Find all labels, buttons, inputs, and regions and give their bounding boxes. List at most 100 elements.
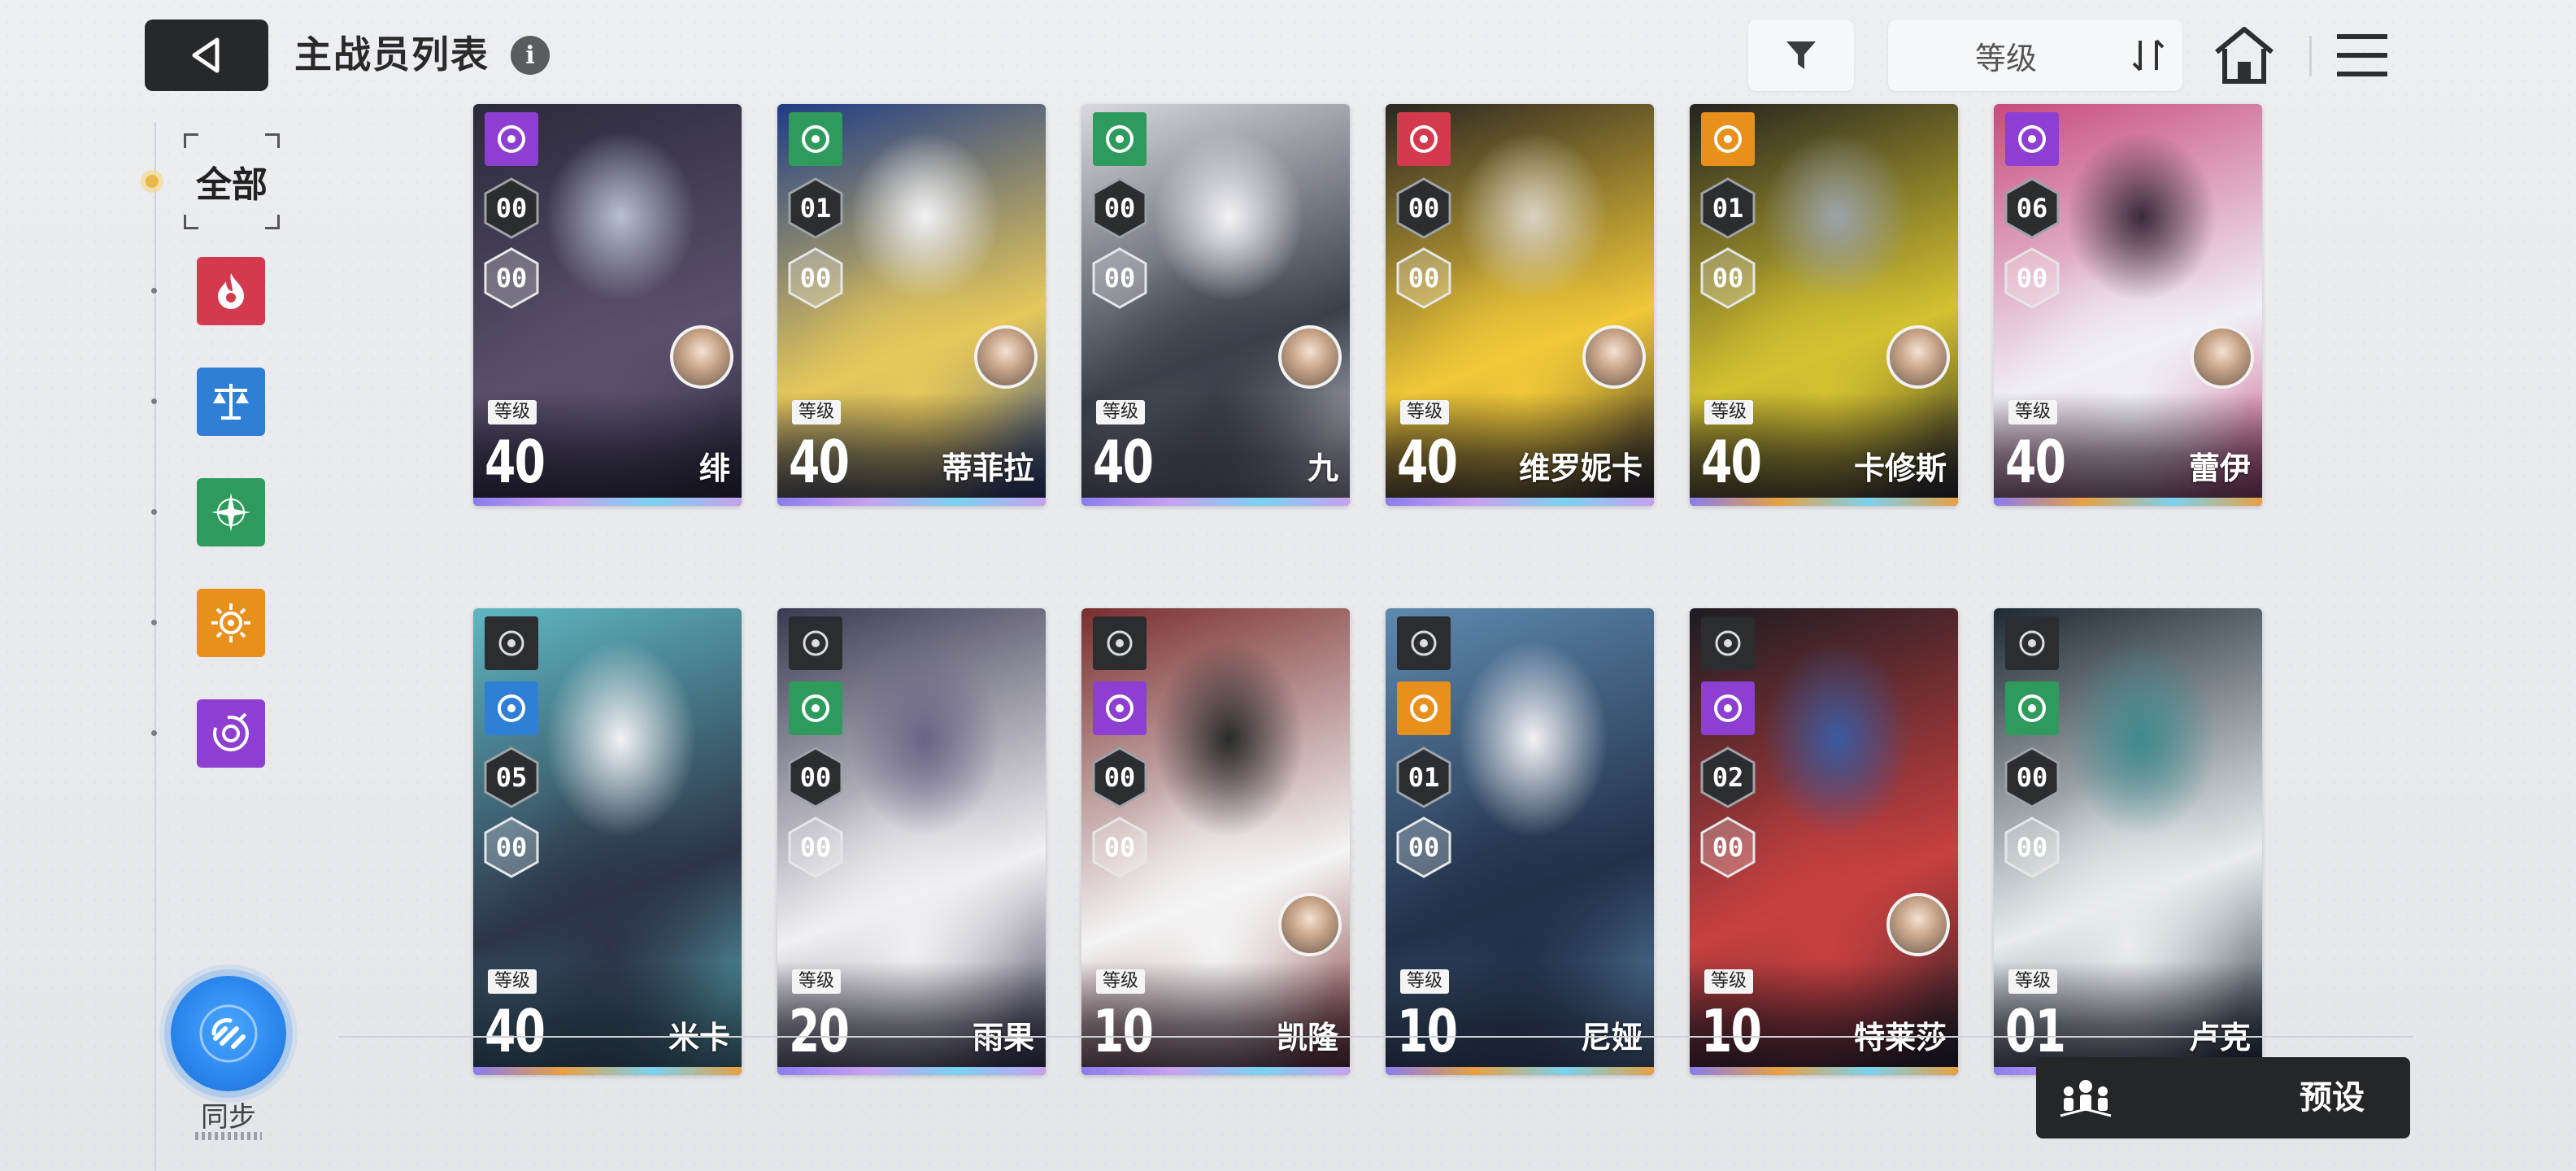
character-card[interactable]: 00 00 等级 20 雨果 — [777, 608, 1046, 1075]
skill-rank-value: 00 — [1712, 263, 1744, 294]
level-value: 40 — [1093, 428, 1154, 496]
filter-fire-button[interactable] — [197, 257, 265, 325]
awakening-rank-value: 01 — [1712, 193, 1744, 224]
skill-rank-badge: 00 — [2004, 247, 2060, 309]
character-card[interactable]: 06 00 等级 40 蕾伊 — [1994, 104, 2262, 506]
sort-order-button[interactable] — [2122, 29, 2174, 81]
awakening-rank-badge: 02 — [1699, 747, 1756, 808]
character-card[interactable]: 01 00 等级 40 蒂菲拉 — [777, 104, 1046, 506]
character-card[interactable]: 00 00 等级 40 九 — [1081, 104, 1350, 506]
skill-rank-badge: 00 — [1699, 247, 1756, 309]
element-icon — [2005, 681, 2059, 735]
element-icon — [1701, 112, 1755, 166]
character-card[interactable]: 01 00 等级 40 卡修斯 — [1690, 104, 1958, 506]
role-icon — [485, 616, 538, 670]
level-value: 40 — [485, 428, 546, 496]
sort-order-icon — [2132, 39, 2165, 72]
companion-avatar — [1278, 325, 1342, 389]
skill-rank-badge: 00 — [787, 816, 844, 878]
filter-void-button[interactable] — [197, 699, 265, 768]
filter-sun-button[interactable] — [197, 589, 265, 657]
skill-rank-value: 00 — [1408, 832, 1440, 863]
awakening-rank-badge: 00 — [2004, 747, 2060, 808]
element-icon — [1397, 112, 1451, 166]
selected-marker-icon — [141, 170, 163, 193]
header-divider — [2309, 36, 2312, 76]
element-icon — [789, 112, 842, 166]
back-arrow-icon — [192, 37, 220, 73]
level-value: 40 — [1397, 428, 1458, 496]
companion-avatar — [1886, 325, 1950, 389]
corner-decoration — [265, 133, 280, 148]
skill-rank-value: 00 — [799, 263, 832, 294]
character-name: 雨果 — [972, 1020, 1034, 1056]
level-value: 40 — [1701, 428, 1762, 496]
awakening-rank-badge: 05 — [483, 747, 540, 808]
sun-element-icon — [211, 603, 250, 642]
element-icon — [2005, 112, 2059, 166]
balance-element-icon — [213, 384, 249, 420]
awakening-rank-value: 01 — [1408, 762, 1440, 793]
element-icon — [789, 681, 842, 735]
skill-rank-badge: 00 — [1395, 247, 1452, 309]
rarity-bar — [777, 498, 1046, 506]
awakening-rank-badge: 06 — [2004, 177, 2060, 239]
sync-button[interactable] — [171, 976, 286, 1091]
awakening-rank-value: 00 — [799, 762, 832, 793]
rarity-bar — [1081, 498, 1350, 506]
info-icon[interactable]: i — [511, 36, 550, 75]
fire-element-icon — [218, 273, 244, 309]
character-card[interactable]: 00 00 等级 40 维罗妮卡 — [1386, 104, 1654, 506]
filter-all-button[interactable]: 全部 — [184, 133, 280, 229]
sync-icon — [199, 1004, 258, 1063]
companion-avatar — [1278, 893, 1342, 956]
level-tag: 等级 — [1400, 400, 1450, 424]
character-name: 凯隆 — [1276, 1020, 1338, 1056]
corner-decoration — [184, 215, 198, 229]
filter-balance-button[interactable] — [197, 368, 265, 436]
preset-label: 预设 — [2300, 1079, 2365, 1117]
element-icon — [1093, 681, 1147, 735]
awakening-rank-badge: 00 — [1395, 177, 1452, 239]
role-icon — [1093, 616, 1147, 670]
level-tag: 等级 — [792, 969, 842, 994]
character-card[interactable]: 02 00 等级 10 特莱莎 — [1690, 608, 1958, 1075]
companion-avatar — [974, 325, 1038, 389]
rarity-bar — [1690, 1067, 1958, 1075]
character-name: 尼娅 — [1580, 1020, 1643, 1056]
skill-rank-badge: 00 — [1091, 816, 1148, 878]
level-value: 40 — [2005, 428, 2066, 496]
role-icon — [1701, 616, 1755, 670]
character-name: 特莱莎 — [1853, 1020, 1947, 1056]
rarity-bar — [1386, 498, 1654, 506]
character-name: 蕾伊 — [2188, 451, 2251, 486]
character-card[interactable]: 01 00 等级 10 尼娅 — [1386, 608, 1654, 1075]
character-card[interactable]: 00 00 等级 10 凯隆 — [1081, 608, 1350, 1075]
sort-dropdown[interactable]: 等级 — [1888, 20, 2182, 91]
skill-rank-value: 00 — [2016, 832, 2048, 863]
skill-rank-value: 00 — [495, 832, 528, 863]
awakening-rank-badge: 00 — [483, 177, 540, 239]
skill-rank-value: 00 — [1103, 263, 1136, 294]
character-name: 卢克 — [2188, 1020, 2251, 1056]
character-card[interactable]: 00 00 等级 01 卢克 — [1994, 608, 2262, 1075]
level-tag: 等级 — [2008, 969, 2058, 994]
character-card[interactable]: 00 00 等级 40 绯 — [473, 104, 742, 506]
sidebar-dot — [151, 509, 157, 515]
filter-button[interactable] — [1748, 20, 1854, 91]
skill-rank-badge: 00 — [483, 247, 540, 309]
sidebar-rail — [154, 122, 156, 1171]
skill-rank-badge: 00 — [787, 247, 844, 309]
bottom-divider — [338, 1036, 2413, 1038]
skill-rank-badge: 00 — [1699, 816, 1756, 878]
home-icon[interactable] — [2212, 24, 2277, 86]
skill-rank-value: 00 — [1103, 832, 1136, 863]
back-button[interactable] — [145, 20, 268, 91]
sync-label: 同步 — [201, 1101, 256, 1134]
character-card[interactable]: 05 00 等级 40 米卡 — [473, 608, 742, 1075]
menu-icon[interactable] — [2335, 29, 2389, 81]
character-grid: 00 00 等级 40 绯 01 00 等级 40 蒂菲拉 00 00 等级 40 九 00 00 等级 40… — [473, 104, 2262, 1075]
page-title: 主战员列表 — [294, 33, 490, 76]
filter-wind-button[interactable] — [197, 478, 265, 546]
preset-button[interactable]: 预设 — [2036, 1057, 2410, 1138]
